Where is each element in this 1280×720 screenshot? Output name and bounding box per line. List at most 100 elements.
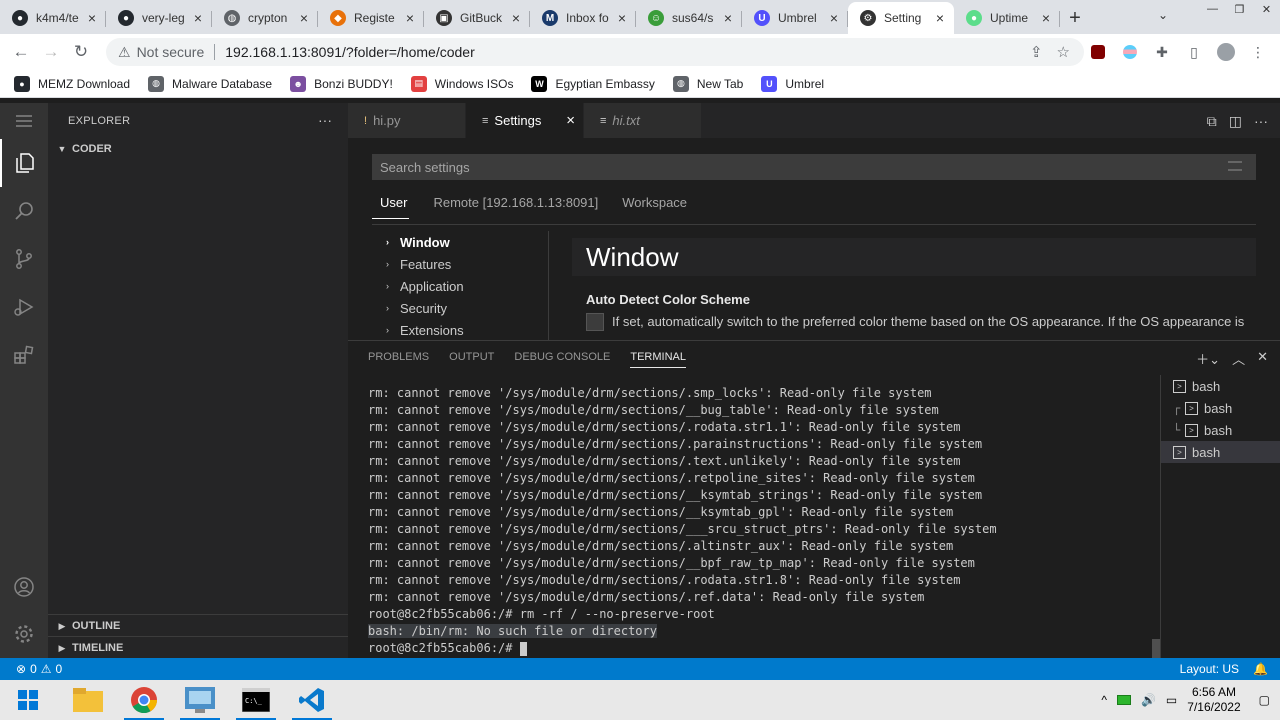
run-debug-icon[interactable] — [0, 283, 48, 331]
ublock-icon[interactable] — [1088, 42, 1108, 62]
url-text[interactable]: 192.168.1.13:8091/?folder=/home/coder — [225, 44, 474, 60]
browser-tab[interactable]: ● k4m4/te × — [0, 2, 106, 34]
browser-tab[interactable]: ◍ crypton × — [212, 2, 318, 34]
panel-tab[interactable]: PROBLEMS — [368, 351, 429, 368]
browser-tab[interactable]: ● Uptime × — [954, 2, 1060, 34]
setting-checkbox[interactable] — [586, 313, 604, 331]
notifications-bell-icon[interactable]: 🔔 — [1253, 662, 1268, 676]
settings-toc-item[interactable]: › Security — [386, 297, 546, 319]
terminal-list-item[interactable]: > bash — [1161, 441, 1280, 463]
close-tab-icon[interactable]: × — [296, 10, 312, 26]
close-tab-icon[interactable]: × — [720, 10, 736, 26]
extensions-icon[interactable] — [0, 331, 48, 379]
new-terminal-icon[interactable]: ＋⌄ — [1196, 349, 1220, 368]
bookmark-item[interactable]: U Umbrel — [761, 75, 824, 92]
security-label[interactable]: Not secure — [137, 44, 205, 60]
browser-tab[interactable]: ▣ GitBuck × — [424, 2, 530, 34]
filter-icon[interactable] — [1228, 161, 1242, 171]
manage-gear-icon[interactable] — [0, 610, 48, 658]
settings-scope-tab[interactable]: Workspace — [614, 191, 687, 219]
panel-tab[interactable]: DEBUG CONSOLE — [514, 351, 610, 368]
close-tab-icon[interactable]: × — [508, 10, 524, 26]
volume-icon[interactable]: 🔊 — [1141, 693, 1156, 707]
clock[interactable]: 6:56 AM 7/16/2022 — [1187, 685, 1240, 715]
bookmark-item[interactable]: ● MEMZ Download — [14, 75, 130, 92]
browser-tab[interactable]: ● very-leg × — [106, 2, 212, 34]
command-prompt-icon[interactable]: C:\_ — [228, 680, 284, 720]
settings-toc-item[interactable]: › Features — [386, 253, 546, 275]
close-panel-icon[interactable]: ✕ — [1257, 349, 1268, 368]
editor-tab[interactable]: ! hi.py — [348, 103, 466, 138]
network-icon[interactable]: ▭ — [1166, 693, 1177, 707]
more-actions-icon[interactable]: ··· — [1254, 113, 1268, 130]
menu-kebab-icon[interactable]: ⋮ — [1248, 42, 1268, 62]
browser-tab[interactable]: ◆ Registe × — [318, 2, 424, 34]
split-editor-icon[interactable]: ◫ — [1229, 113, 1242, 130]
explorer-files-icon[interactable] — [0, 139, 48, 187]
address-bar[interactable]: ⚠ Not secure 192.168.1.13:8091/?folder=/… — [106, 38, 1084, 66]
browser-tab[interactable]: ☺ sus64/s × — [636, 2, 742, 34]
close-tab-icon[interactable]: × — [614, 10, 630, 26]
close-tab-icon[interactable]: × — [84, 10, 100, 26]
terminal-list-item[interactable]: └ > bash — [1161, 419, 1280, 441]
close-tab-icon[interactable]: × — [402, 10, 418, 26]
menu-hamburger-icon[interactable] — [0, 103, 48, 139]
timeline-section[interactable]: ▶ TIMELINE — [48, 636, 348, 659]
battery-icon[interactable] — [1116, 695, 1131, 705]
close-tab-icon[interactable]: × — [932, 10, 948, 26]
bookmark-item[interactable]: ▤ Windows ISOs — [410, 75, 513, 92]
settings-scope-tab[interactable]: Remote [192.168.1.13:8091] — [425, 191, 598, 219]
account-icon[interactable] — [0, 563, 48, 611]
side-panel-icon[interactable]: ▯ — [1184, 42, 1204, 62]
translate-extension-icon[interactable] — [1120, 42, 1140, 62]
settings-toc-item[interactable]: › Extensions — [386, 319, 546, 341]
extensions-puzzle-icon[interactable]: ✚ — [1152, 42, 1172, 62]
settings-toc-item[interactable]: › Window — [386, 231, 546, 253]
browser-tab[interactable]: ⚙ Setting × — [848, 2, 954, 34]
open-settings-json-icon[interactable]: ⧉ — [1207, 113, 1217, 130]
terminal-output[interactable]: rm: cannot remove '/sys/module/drm/secti… — [368, 385, 1158, 657]
share-icon[interactable]: ⇪ — [1030, 43, 1043, 61]
editor-tab[interactable]: ≡ Settings × — [466, 103, 584, 138]
close-tab-icon[interactable]: × — [826, 10, 842, 26]
outline-section[interactable]: ▶ OUTLINE — [48, 614, 348, 637]
problems-indicator[interactable]: ⊗ 0 ⚠ 0 — [16, 662, 62, 676]
bookmark-item[interactable]: ☻ Bonzi BUDDY! — [290, 75, 393, 92]
bookmark-item[interactable]: ◍ Malware Database — [148, 75, 272, 92]
terminal-list-item[interactable]: ┌ > bash — [1161, 397, 1280, 419]
terminal-list-item[interactable]: > bash — [1161, 375, 1280, 397]
remote-desktop-icon[interactable] — [172, 680, 228, 720]
file-explorer-icon[interactable] — [60, 680, 116, 720]
settings-scope-tab[interactable]: User — [372, 191, 410, 219]
forward-button[interactable]: → — [36, 37, 66, 67]
close-window-button[interactable]: ✕ — [1253, 0, 1280, 18]
browser-tab[interactable]: U Umbrel × — [742, 2, 848, 34]
remote-indicator[interactable] — [0, 658, 14, 680]
vscode-icon[interactable] — [284, 680, 340, 720]
settings-search-input[interactable]: Search settings — [372, 154, 1256, 180]
restore-button[interactable]: ❐ — [1226, 0, 1253, 18]
tab-search-chevron-icon[interactable]: ⌄ — [1158, 8, 1168, 22]
close-tab-icon[interactable]: × — [566, 112, 575, 129]
bookmark-star-icon[interactable]: ☆ — [1057, 43, 1070, 61]
reload-button[interactable]: ↻ — [66, 37, 96, 67]
terminal-scrollbar[interactable] — [1152, 639, 1160, 659]
profile-avatar-icon[interactable] — [1216, 42, 1236, 62]
close-tab-icon[interactable]: × — [190, 10, 206, 26]
bookmark-item[interactable]: ◍ New Tab — [672, 75, 743, 92]
source-control-icon[interactable] — [0, 235, 48, 283]
settings-toc-item[interactable]: › Application — [386, 275, 546, 297]
workspace-folder-header[interactable]: ▼ CODER — [48, 138, 348, 160]
windows-start-icon[interactable] — [0, 680, 56, 720]
panel-tab[interactable]: OUTPUT — [449, 351, 494, 368]
minimize-button[interactable]: ― — [1199, 0, 1226, 18]
maximize-panel-icon[interactable]: ︿ — [1232, 349, 1245, 368]
panel-tab[interactable]: TERMINAL — [630, 351, 686, 368]
browser-tab[interactable]: M Inbox fo × — [530, 2, 636, 34]
notifications-icon[interactable]: ▢ — [1259, 693, 1270, 707]
bookmark-item[interactable]: W Egyptian Embassy — [531, 75, 655, 92]
chrome-icon[interactable] — [116, 680, 172, 720]
editor-tab[interactable]: ≡ hi.txt — [584, 103, 702, 138]
search-icon[interactable] — [0, 187, 48, 235]
keyboard-layout[interactable]: Layout: US — [1180, 662, 1239, 676]
